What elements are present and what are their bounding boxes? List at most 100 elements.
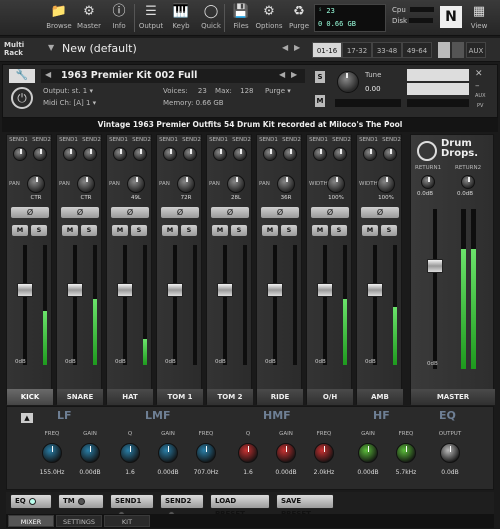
pv-label[interactable]: PV: [477, 103, 483, 109]
strip-name[interactable]: SNARE: [57, 389, 103, 405]
send2-knob[interactable]: [233, 147, 247, 161]
rack-next-arrow[interactable]: ▶: [294, 43, 300, 52]
solo-button[interactable]: S: [231, 225, 247, 236]
instrument-prev-arrow[interactable]: ◀: [279, 70, 285, 79]
close-icon[interactable]: ✕: [475, 69, 483, 79]
eq-knob[interactable]: [196, 443, 216, 463]
rack-menu-icon[interactable]: ▼: [48, 43, 54, 52]
files-button[interactable]: 💾 Files: [226, 2, 256, 34]
fader-handle[interactable]: [67, 283, 83, 297]
solo-button[interactable]: S: [281, 225, 297, 236]
phase-invert-button[interactable]: Ø: [61, 207, 99, 218]
fader-track[interactable]: [273, 245, 277, 365]
strip-name[interactable]: TOM 1: [157, 389, 203, 405]
volume-slider[interactable]: [407, 99, 469, 107]
wrench-icon[interactable]: 🔧: [9, 69, 35, 83]
solo-button[interactable]: S: [81, 225, 97, 236]
rack-page-33-48[interactable]: 33-48: [372, 42, 402, 58]
mute-button[interactable]: M: [162, 225, 178, 236]
send2-button[interactable]: SEND2: [160, 494, 204, 518]
pan-knob[interactable]: [377, 175, 395, 193]
phase-invert-button[interactable]: Ø: [111, 207, 149, 218]
solo-button[interactable]: S: [381, 225, 397, 236]
rack-sidebar-button[interactable]: [452, 42, 464, 58]
rack-expand-button[interactable]: [438, 42, 450, 58]
strip-name[interactable]: RIDE: [257, 389, 303, 405]
instrument-next-arrow[interactable]: ▶: [291, 70, 297, 79]
save-preset-button[interactable]: SAVE PRESET: [276, 494, 334, 518]
tune-knob[interactable]: [337, 71, 359, 93]
rack-page-17-32[interactable]: 17-32: [342, 42, 372, 58]
eq-knob[interactable]: [276, 443, 296, 463]
eq-knob[interactable]: [238, 443, 258, 463]
phase-invert-button[interactable]: Ø: [211, 207, 249, 218]
info-button[interactable]: ⓘ Info: [104, 2, 134, 34]
eq-knob[interactable]: [396, 443, 416, 463]
rack-preset-name[interactable]: New (default): [62, 42, 137, 55]
phase-invert-button[interactable]: Ø: [361, 207, 399, 218]
tm-button[interactable]: TM: [58, 494, 104, 509]
pan-knob[interactable]: [127, 175, 145, 193]
tab-kit[interactable]: KIT: [104, 515, 150, 527]
send2-knob[interactable]: [83, 147, 97, 161]
rack-aux-button[interactable]: AUX: [466, 42, 486, 58]
phase-invert-button[interactable]: Ø: [161, 207, 199, 218]
eq-button[interactable]: EQ: [10, 494, 52, 509]
minimize-icon[interactable]: –: [475, 81, 480, 91]
fader-track[interactable]: [223, 245, 227, 365]
rack-prev-arrow[interactable]: ◀: [282, 43, 288, 52]
output-field[interactable]: Output: st. 1 ▾: [43, 87, 93, 95]
eq-knob[interactable]: [358, 443, 378, 463]
solo-instrument-button[interactable]: S: [315, 71, 325, 83]
fader-track[interactable]: [23, 245, 27, 365]
mute-button[interactable]: M: [312, 225, 328, 236]
aux-label[interactable]: AUX: [475, 93, 486, 99]
mute-button[interactable]: M: [262, 225, 278, 236]
solo-button[interactable]: S: [331, 225, 347, 236]
view-button[interactable]: ▦ View: [464, 2, 494, 34]
master-fader-track[interactable]: [433, 209, 437, 369]
eq-knob[interactable]: [120, 443, 140, 463]
pan-slider[interactable]: [335, 99, 401, 107]
instrument-menu-icon[interactable]: ◀: [45, 70, 51, 79]
strip-name[interactable]: KICK: [7, 389, 53, 405]
solo-button[interactable]: S: [131, 225, 147, 236]
strip-name[interactable]: O/H: [307, 389, 353, 405]
browse-button[interactable]: 📁 Browse: [44, 2, 74, 34]
send2-knob[interactable]: [383, 147, 397, 161]
pan-knob[interactable]: [227, 175, 245, 193]
master-fader-handle[interactable]: [427, 259, 443, 273]
mute-button[interactable]: M: [12, 225, 28, 236]
eq-knob[interactable]: [158, 443, 178, 463]
send1-knob[interactable]: [213, 147, 227, 161]
output-button[interactable]: ☰ Output: [136, 2, 166, 34]
load-preset-button[interactable]: LOAD PRESET: [210, 494, 270, 518]
send1-knob[interactable]: [113, 147, 127, 161]
master-strip-name[interactable]: MASTER: [411, 389, 495, 405]
fader-handle[interactable]: [217, 283, 233, 297]
pan-knob[interactable]: [77, 175, 95, 193]
send2-knob[interactable]: [33, 147, 47, 161]
send2-knob[interactable]: [283, 147, 297, 161]
fader-track[interactable]: [123, 245, 127, 365]
mute-instrument-button[interactable]: M: [315, 95, 325, 107]
fader-handle[interactable]: [167, 283, 183, 297]
send1-knob[interactable]: [313, 147, 327, 161]
fader-track[interactable]: [73, 245, 77, 365]
rack-page-49-64[interactable]: 49-64: [402, 42, 432, 58]
eq-knob[interactable]: [42, 443, 62, 463]
fader-handle[interactable]: [17, 283, 33, 297]
phase-invert-button[interactable]: Ø: [11, 207, 49, 218]
send2-knob[interactable]: [333, 147, 347, 161]
fader-track[interactable]: [373, 245, 377, 365]
mute-button[interactable]: M: [362, 225, 378, 236]
return1-knob[interactable]: [421, 175, 435, 189]
eq-collapse-icon[interactable]: ▲: [21, 413, 33, 423]
return2-knob[interactable]: [461, 175, 475, 189]
instrument-name[interactable]: 1963 Premier Kit 002 Full: [61, 70, 197, 81]
keyboard-button[interactable]: 🎹 Keyb: [166, 2, 196, 34]
mute-button[interactable]: M: [212, 225, 228, 236]
rack-page-01-16[interactable]: 01-16: [312, 42, 342, 58]
strip-name[interactable]: HAT: [107, 389, 153, 405]
pan-knob[interactable]: [327, 175, 345, 193]
